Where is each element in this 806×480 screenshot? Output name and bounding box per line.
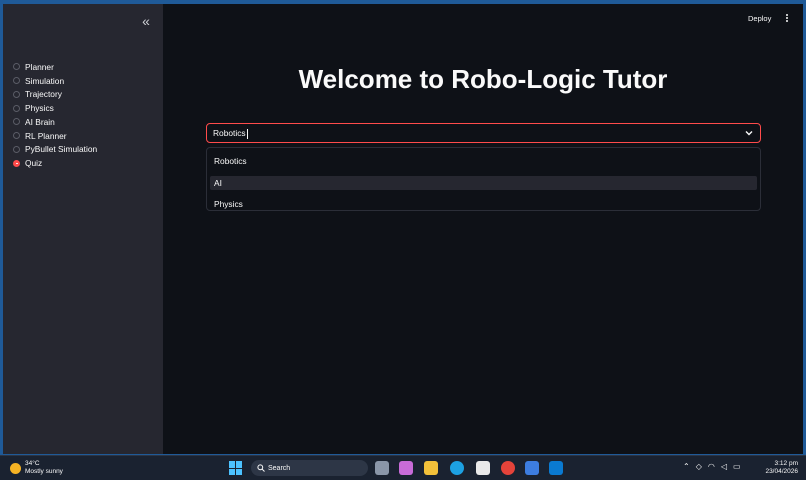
radio-pybullet-simulation[interactable]: PyBullet Simulation (13, 143, 97, 157)
taskbar: 34°C Mostly sunny Search ⌃ ◇ ◠ ◁ ▭ 3:12 … (0, 455, 806, 480)
radio-simulation[interactable]: Simulation (13, 74, 97, 88)
radio-quiz[interactable]: Quiz (13, 156, 97, 170)
dropdown-option-ai[interactable]: AI (210, 176, 757, 190)
radio-circle-icon (13, 104, 20, 112)
radio-circle-icon (13, 63, 20, 71)
search-label: Search (268, 464, 291, 472)
clock[interactable]: 3:12 pm 23/04/2026 (762, 460, 798, 476)
radio-selected-icon (13, 159, 20, 167)
vscode-icon[interactable] (549, 461, 563, 475)
radio-label: PyBullet Simulation (25, 144, 98, 155)
page-radio-group: Planner Simulation Trajectory Physics AI… (13, 60, 97, 170)
volume-icon[interactable]: ◁ (721, 462, 727, 471)
clock-time: 3:12 pm (774, 460, 799, 467)
deploy-button[interactable]: Deploy (748, 14, 771, 23)
dropdown-option-physics[interactable]: Physics (210, 197, 757, 211)
edge-icon[interactable] (450, 461, 464, 475)
dropdown-menu: Robotics AI Physics (206, 147, 761, 211)
store-icon[interactable] (476, 461, 490, 475)
sun-icon (10, 462, 21, 474)
copilot-icon[interactable] (399, 461, 413, 475)
radio-label: Quiz (25, 158, 43, 169)
radio-circle-icon (13, 90, 20, 98)
select-value-wrap: Robotics (213, 128, 248, 139)
battery-icon[interactable]: ▭ (733, 462, 741, 471)
radio-label: Simulation (25, 75, 65, 86)
chrome-icon[interactable] (501, 461, 515, 475)
file-explorer-icon[interactable] (424, 461, 438, 475)
radio-trajectory[interactable]: Trajectory (13, 88, 97, 102)
radio-label: Planner (25, 61, 54, 72)
radio-physics[interactable]: Physics (13, 101, 97, 115)
radio-ai-brain[interactable]: AI Brain (13, 115, 97, 129)
weather-widget[interactable]: 34°C Mostly sunny (10, 460, 63, 476)
weather-temp: 34°C (25, 460, 40, 467)
radio-label: Trajectory (25, 89, 62, 100)
radio-rl-planner[interactable]: RL Planner (13, 129, 97, 143)
app-window: « Planner Simulation Trajectory Physics … (3, 4, 803, 454)
clock-date: 23/04/2026 (765, 468, 798, 475)
windows-start-icon[interactable] (229, 461, 243, 475)
app-icon[interactable] (525, 461, 539, 475)
text-caret (246, 128, 248, 139)
wifi-icon[interactable]: ◠ (708, 462, 715, 471)
network-icon[interactable]: ◇ (696, 462, 702, 471)
taskbar-search[interactable]: Search (251, 460, 368, 476)
radio-label: AI Brain (25, 116, 55, 127)
radio-planner[interactable]: Planner (13, 60, 97, 74)
topic-select[interactable]: Robotics (206, 123, 761, 143)
radio-circle-icon (13, 77, 20, 85)
weather-desc: Mostly sunny (25, 468, 63, 475)
dropdown-option-robotics[interactable]: Robotics (210, 154, 757, 168)
search-icon (257, 464, 265, 472)
sidebar: « Planner Simulation Trajectory Physics … (3, 4, 163, 454)
radio-circle-icon (13, 118, 20, 126)
select-value: Robotics (213, 128, 246, 138)
chevron-down-icon[interactable] (744, 128, 754, 138)
radio-label: Physics (25, 103, 54, 114)
radio-circle-icon (13, 132, 20, 140)
radio-circle-icon (13, 145, 20, 153)
chevron-up-icon[interactable]: ⌃ (683, 462, 690, 471)
task-view-icon[interactable] (375, 461, 389, 475)
system-tray: ⌃ ◇ ◠ ◁ ▭ (683, 462, 741, 471)
weather-text: 34°C Mostly sunny (25, 460, 63, 476)
main-menu-icon[interactable] (784, 13, 790, 25)
radio-label: RL Planner (25, 130, 67, 141)
collapse-sidebar-button[interactable]: « (137, 12, 155, 30)
page-title: Welcome to Robo-Logic Tutor (298, 64, 668, 94)
